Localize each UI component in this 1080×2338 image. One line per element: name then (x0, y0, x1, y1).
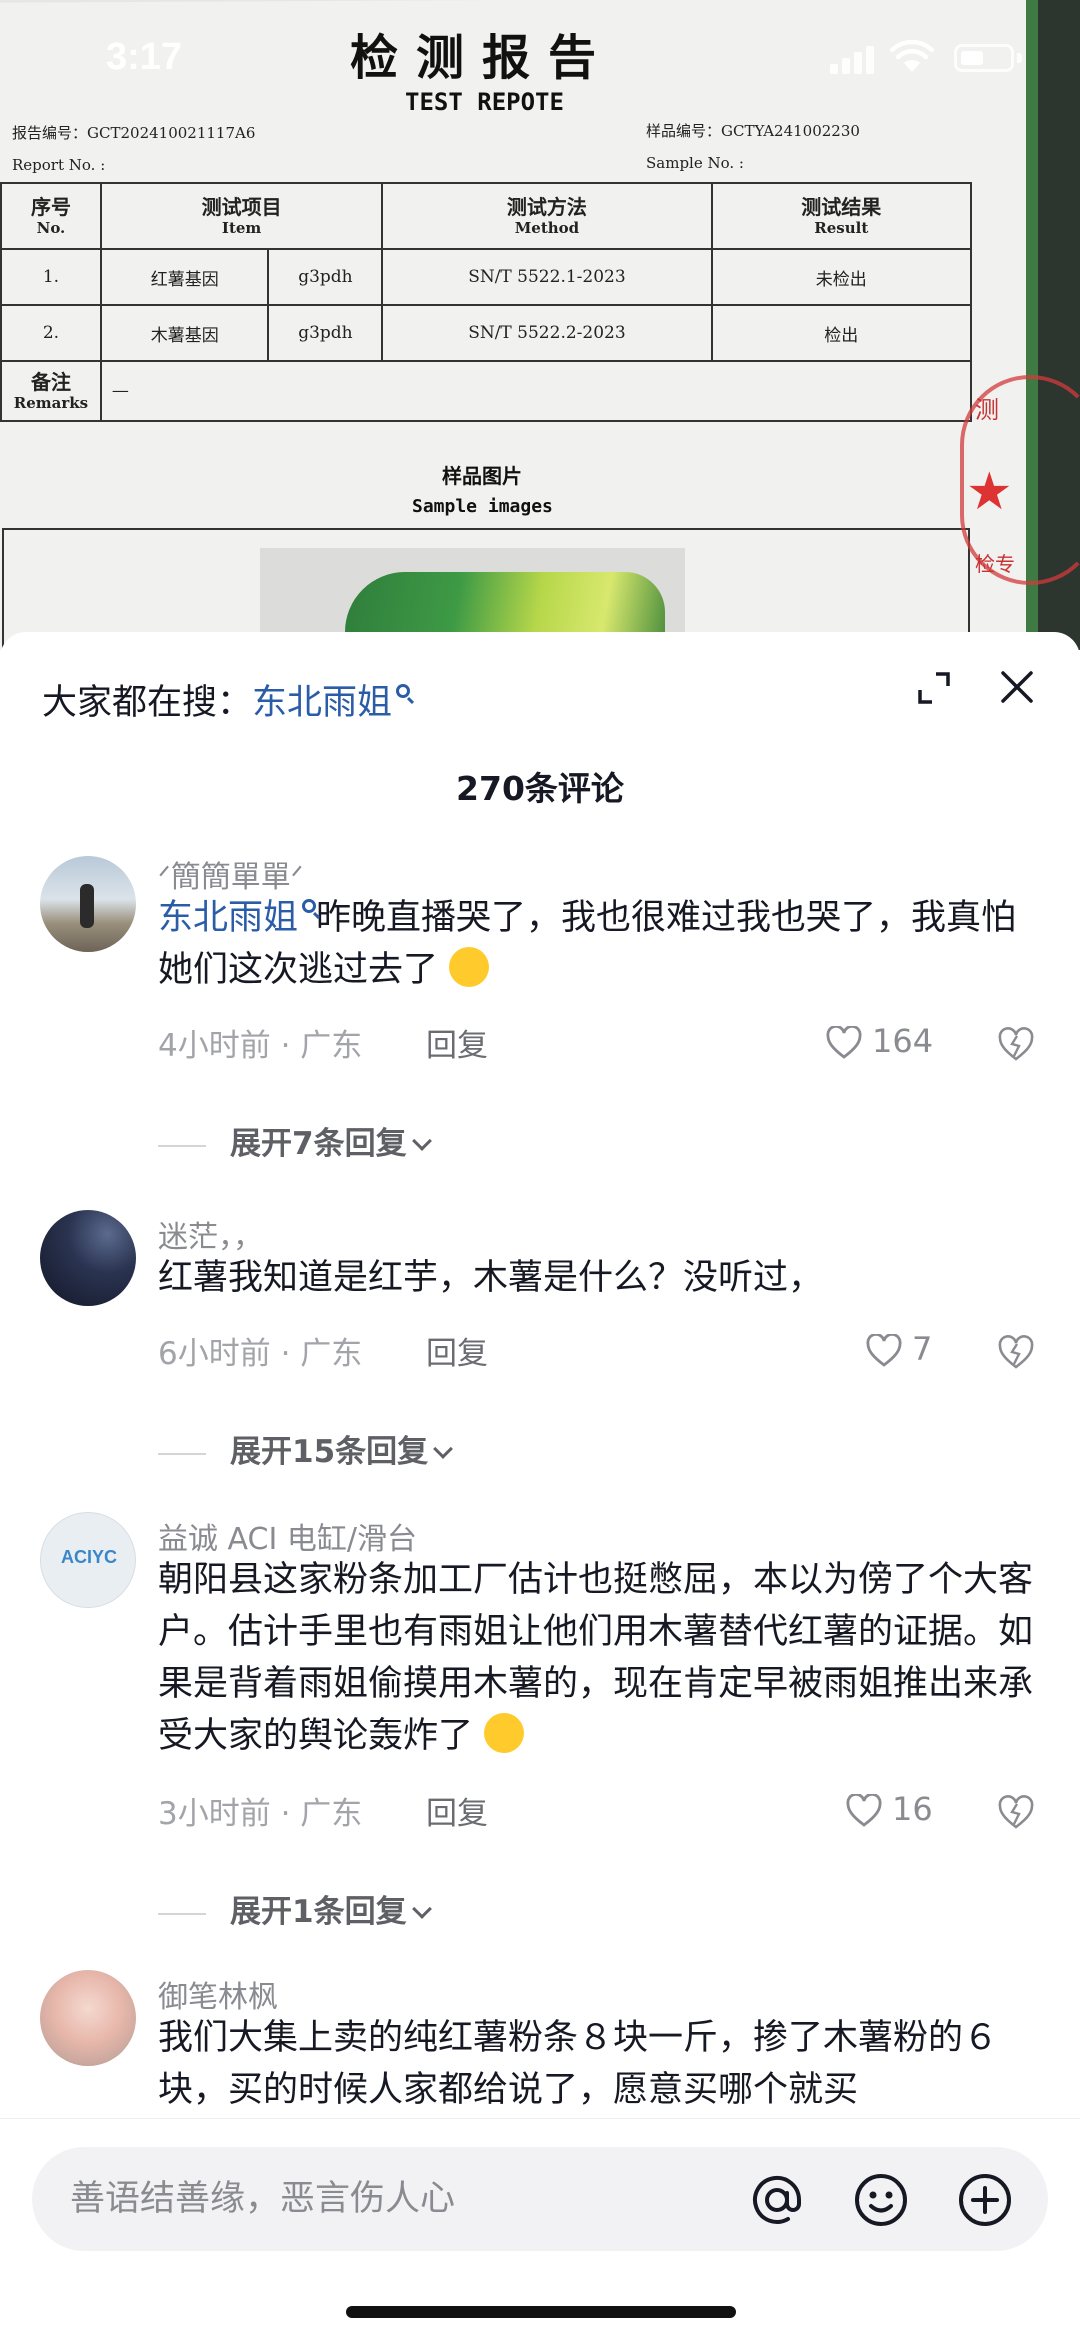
remarks-label: 备注 Remarks (0, 360, 102, 422)
battery-icon (954, 44, 1014, 72)
close-icon[interactable] (996, 666, 1038, 708)
avatar[interactable] (40, 1970, 136, 2066)
dislike-icon[interactable] (996, 1024, 1036, 1064)
search-suggestion[interactable]: 大家都在搜：东北雨姐 (42, 674, 411, 725)
stamp-star-icon: ★ (966, 462, 1013, 522)
comment-author[interactable]: 御笔林枫 (158, 1972, 278, 2016)
comment-input[interactable] (70, 2173, 750, 2225)
comment-text: 东北雨姐 昨晚直播哭了，我也很难过我也哭了，我真怕她们这次逃过去了 (158, 898, 1017, 990)
like-count: 164 (872, 1022, 934, 1060)
comment-keyword[interactable]: 东北雨姐 (158, 898, 298, 938)
comment-input-container[interactable] (32, 2147, 1048, 2251)
chevron-down-icon (411, 1899, 432, 1919)
comment-text: 朝阳县这家粉条加工厂估计也挺憋屈，本以为傍了个大客户。估计手里也有雨姐让他们用木… (158, 1560, 1034, 1756)
remarks-value: — (99, 360, 973, 422)
emoji-sticker (484, 1713, 525, 1753)
col-method: 测试方法 Method (381, 182, 713, 250)
comment-time-location: 4小时前 · 广东 (158, 1028, 363, 1064)
report-no-label: 报告编号：GCT202410021117A6 (12, 124, 256, 142)
avatar[interactable] (40, 1210, 136, 1306)
emoji-sticker (449, 947, 490, 987)
reply-button[interactable]: 回复 (426, 1328, 488, 1373)
search-keyword[interactable]: 东北雨姐 (252, 683, 392, 723)
stamp-text: 测 (975, 396, 999, 424)
comment-text: 我们大集上卖的纯红薯粉条８块一斤，掺了木薯粉的６块，买的时候人家都给说了，愿意买… (158, 2018, 999, 2110)
reply-button[interactable]: 回复 (426, 1020, 488, 1065)
dislike-icon[interactable] (996, 1792, 1036, 1832)
divider (158, 1452, 206, 1455)
wifi-icon (890, 40, 934, 72)
battery-tip (1017, 53, 1022, 63)
dislike-icon[interactable] (996, 1332, 1036, 1372)
sample-images-title: 样品图片 (442, 464, 522, 488)
expand-icon[interactable] (916, 670, 952, 706)
comment-time-location: 6小时前 · 广东 (158, 1336, 363, 1372)
emoji-icon[interactable] (852, 2171, 910, 2229)
signal-icon (830, 46, 876, 74)
divider (158, 1912, 206, 1915)
col-result: 测试结果 Result (710, 182, 973, 250)
heart-icon (826, 1026, 862, 1059)
at-icon[interactable] (748, 2171, 806, 2229)
report-row: 1. 红薯基因 g3pdh SN/T 5522.1-2023 未检出 (0, 248, 973, 306)
report-table: 序号 No. 测试项目 Item 测试方法 Method 测试结果 Result 1. … (0, 182, 973, 422)
like-button[interactable]: 164 (826, 1020, 956, 1064)
like-count: 16 (892, 1790, 933, 1828)
sample-no-label: 样品编号：GCTYA241002230 (646, 122, 860, 140)
expand-replies-button[interactable]: 展开1条回复 (158, 1886, 432, 1931)
reply-button[interactable]: 回复 (426, 1788, 488, 1833)
comment-author[interactable]: ᐟ簡簡單單ᐟ (158, 852, 303, 896)
expand-replies-button[interactable]: 展开7条回复 (158, 1118, 432, 1163)
stamp-text: 检专 (975, 552, 1015, 576)
report-no-en: Report No. : (12, 156, 106, 174)
search-icon (396, 684, 411, 698)
comment-time-location: 3小时前 · 广东 (158, 1796, 363, 1832)
like-button[interactable]: 16 (846, 1788, 976, 1832)
comment-count: 270条评论 (456, 769, 624, 808)
status-time: 3:17 (106, 36, 183, 78)
avatar-logo: ACIYC (60, 1547, 117, 1567)
home-indicator[interactable] (346, 2306, 736, 2318)
comment-author[interactable]: 益诚 ACI 电缸/滑台 (158, 1514, 417, 1558)
comment-text: 红薯我知道是红芋，木薯是什么？没听过， (158, 1258, 824, 1298)
chevron-down-icon (411, 1131, 432, 1151)
avatar[interactable]: ACIYC (40, 1512, 136, 1608)
add-icon[interactable] (956, 2171, 1014, 2229)
avatar[interactable] (40, 856, 136, 952)
col-no: 序号 No. (0, 182, 102, 250)
col-item: 测试项目 Item (99, 182, 384, 250)
sample-images-subtitle: Sample images (412, 496, 553, 517)
divider (158, 1144, 206, 1147)
expand-replies-button[interactable]: 展开15条回复 (158, 1426, 454, 1471)
report-row: 2. 木薯基因 g3pdh SN/T 5522.2-2023 检出 (0, 304, 973, 362)
like-button[interactable]: 7 (866, 1328, 996, 1372)
status-bar: 3:17 (0, 0, 1080, 110)
heart-icon (866, 1334, 902, 1367)
search-prefix: 大家都在搜： (42, 683, 253, 723)
comment-sheet: 大家都在搜：东北雨姐 270条评论 ᐟ簡簡單單ᐟ 东北雨姐 昨晚直播哭了，我也很难… (0, 632, 1080, 2338)
chevron-down-icon (433, 1439, 454, 1459)
comment-author[interactable]: 迷茫，， (158, 1212, 263, 1256)
sample-no-en: Sample No. : (646, 154, 744, 172)
search-icon (302, 899, 317, 913)
comment-input-bar (0, 2118, 1080, 2338)
like-count: 7 (912, 1330, 933, 1368)
heart-icon (846, 1794, 882, 1827)
